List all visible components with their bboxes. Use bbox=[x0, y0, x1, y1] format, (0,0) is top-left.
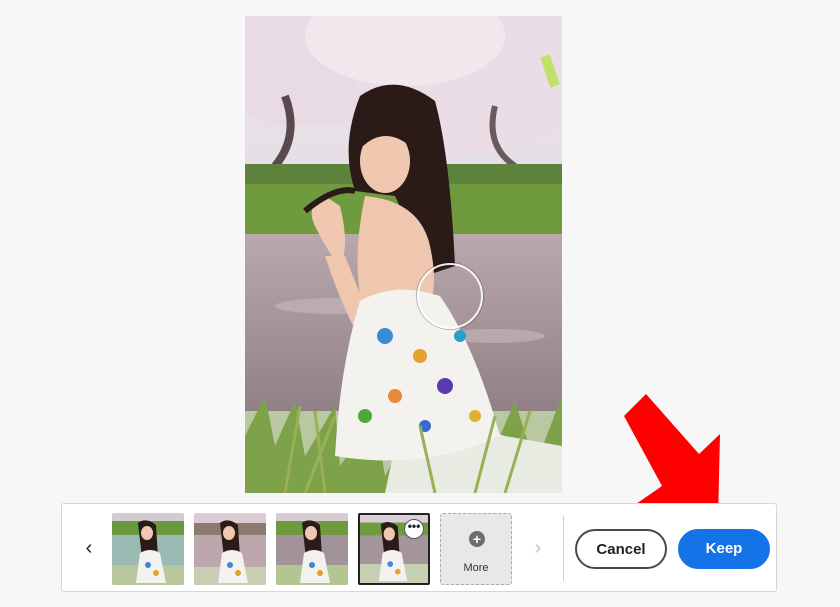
variation-thumbnail-1[interactable] bbox=[112, 513, 184, 585]
previous-icon[interactable]: ‹ bbox=[82, 537, 96, 559]
variation-bar: ‹ ••• + More › Cancel Keep bbox=[61, 503, 777, 592]
main-photo[interactable] bbox=[245, 16, 562, 493]
divider bbox=[563, 516, 564, 581]
photo-illustration bbox=[245, 16, 562, 493]
variation-thumbnail-2[interactable] bbox=[194, 513, 266, 585]
more-options-icon[interactable]: ••• bbox=[404, 519, 424, 539]
keep-button[interactable]: Keep bbox=[678, 529, 770, 569]
variation-thumbnail-4[interactable]: ••• bbox=[358, 513, 430, 585]
more-variations-button[interactable]: + More bbox=[440, 513, 512, 585]
next-icon[interactable]: › bbox=[531, 537, 545, 559]
thumbnail-image bbox=[276, 513, 348, 585]
thumbnail-image bbox=[112, 513, 184, 585]
cancel-button[interactable]: Cancel bbox=[575, 529, 667, 569]
arrow-pointing-down-left-icon bbox=[624, 394, 720, 520]
variation-thumbnail-3[interactable] bbox=[276, 513, 348, 585]
thumbnail-image bbox=[194, 513, 266, 585]
more-label: More bbox=[463, 562, 489, 574]
plus-icon: + bbox=[469, 531, 485, 547]
circle-brush-cursor-icon bbox=[417, 263, 483, 329]
